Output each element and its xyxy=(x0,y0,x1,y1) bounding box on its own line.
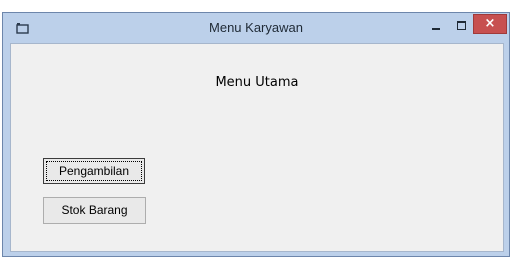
maximize-button[interactable] xyxy=(449,17,473,36)
title-bar[interactable]: Menu Karyawan × xyxy=(3,13,509,43)
pengambilan-button[interactable]: Pengambilan xyxy=(43,158,145,184)
main-window: Menu Karyawan × Menu Utama Pengambilan S… xyxy=(2,12,510,257)
stok-barang-button[interactable]: Stok Barang xyxy=(43,197,146,224)
close-button[interactable]: × xyxy=(473,14,507,34)
close-icon: × xyxy=(484,16,496,31)
page-title: Menu Utama xyxy=(215,75,299,90)
form-client-area: Menu Utama Pengambilan Stok Barang xyxy=(10,43,504,252)
pengambilan-button-label: Pengambilan xyxy=(46,161,142,181)
minimize-button[interactable] xyxy=(423,17,449,36)
